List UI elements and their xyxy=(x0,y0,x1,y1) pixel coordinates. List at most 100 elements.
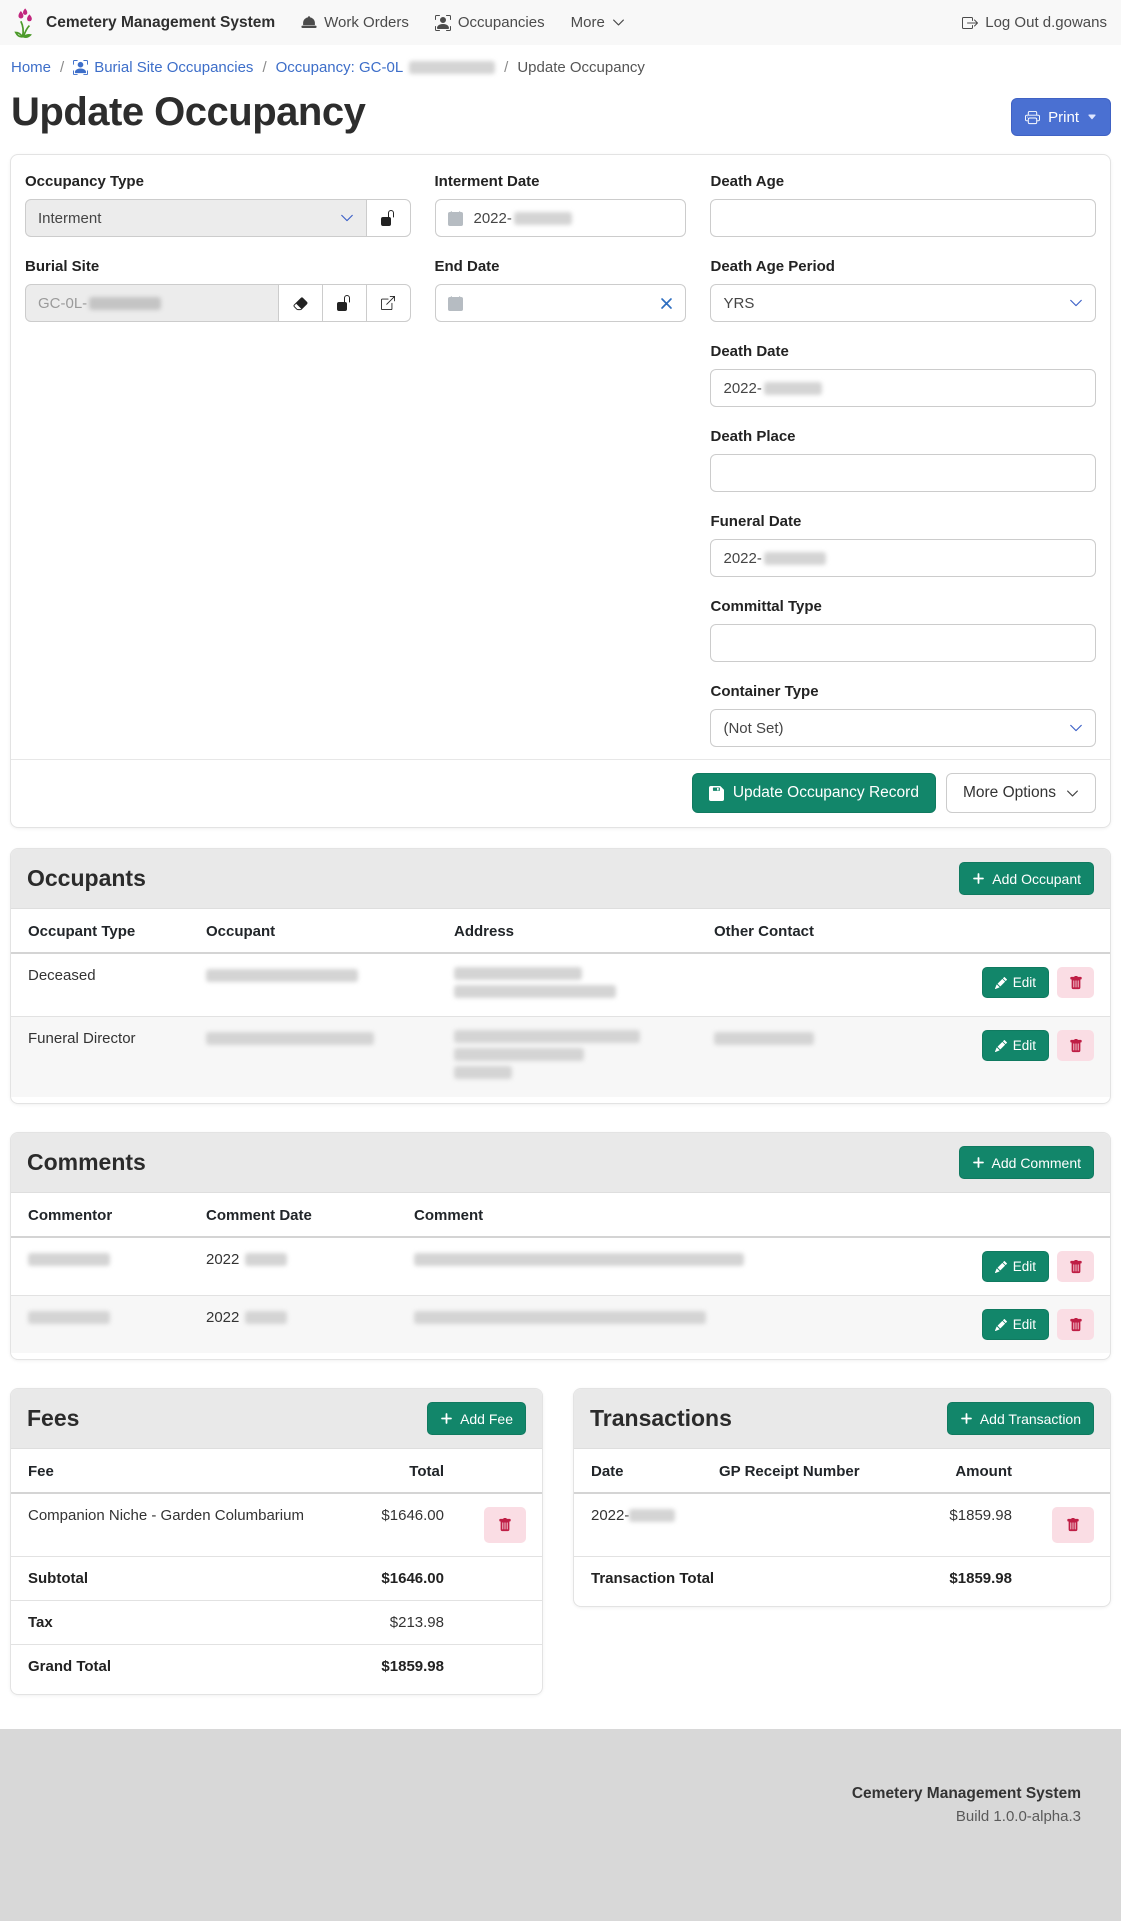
fees-table: Fee Total Companion Niche - Garden Colum… xyxy=(11,1449,542,1688)
end-date-input[interactable] xyxy=(435,284,687,322)
pencil-icon xyxy=(995,1040,1007,1052)
edit-comment-button[interactable]: Edit xyxy=(982,1309,1049,1340)
death-age-field: Death Age xyxy=(710,173,1096,237)
interment-date-input[interactable]: 2022- xyxy=(435,199,687,237)
chevron-down-icon xyxy=(1069,721,1083,735)
death-age-period-select[interactable]: YRS xyxy=(710,284,1096,322)
edit-comment-button[interactable]: Edit xyxy=(982,1251,1049,1282)
redacted-text xyxy=(409,61,495,74)
delete-comment-button[interactable] xyxy=(1057,1309,1094,1340)
nav-occupancies[interactable]: Occupancies xyxy=(435,14,545,31)
comment-date-cell: 2022 xyxy=(196,1237,404,1296)
address-cell xyxy=(444,953,704,1017)
burial-site-input: GC-0L- xyxy=(25,284,279,322)
footer-app-name: Cemetery Management System xyxy=(40,1785,1081,1803)
interment-date-field: Interment Date 2022- xyxy=(435,173,687,237)
funeral-date-label: Funeral Date xyxy=(710,513,1096,530)
delete-comment-button[interactable] xyxy=(1057,1251,1094,1282)
footer-build: Build 1.0.0-alpha.3 xyxy=(40,1808,1081,1825)
pencil-icon xyxy=(995,1261,1007,1273)
delete-transaction-button[interactable] xyxy=(1052,1507,1094,1543)
more-options-button[interactable]: More Options xyxy=(946,773,1096,813)
nav-work-orders[interactable]: Work Orders xyxy=(301,14,409,31)
subtotal-value: $1646.00 xyxy=(344,1557,454,1601)
unlock-icon xyxy=(380,210,396,226)
person-badge-icon xyxy=(73,60,88,75)
redacted-text xyxy=(454,1066,512,1079)
trash-icon xyxy=(1069,1318,1083,1332)
redacted-text xyxy=(454,1048,584,1061)
column-header: Commentor xyxy=(11,1193,196,1237)
redacted-text xyxy=(206,969,358,982)
clear-burial-site-button[interactable] xyxy=(278,284,323,322)
logout-link[interactable]: Log Out d.gowans xyxy=(962,14,1107,31)
breadcrumb-separator: / xyxy=(504,59,508,76)
nav-more[interactable]: More xyxy=(571,14,625,31)
edit-occupant-button[interactable]: Edit xyxy=(982,967,1049,998)
tax-label: Tax xyxy=(11,1601,344,1645)
edit-occupant-button[interactable]: Edit xyxy=(982,1030,1049,1061)
logout-icon xyxy=(962,15,978,31)
column-header: Address xyxy=(444,909,704,953)
lock-button[interactable] xyxy=(322,284,367,322)
pencil-icon xyxy=(995,977,1007,989)
plus-icon xyxy=(972,872,985,885)
redacted-text xyxy=(245,1311,287,1324)
breadcrumb-separator: / xyxy=(262,59,266,76)
occupancy-type-select[interactable]: Interment xyxy=(25,199,367,237)
container-type-select[interactable]: (Not Set) xyxy=(710,709,1096,747)
comment-date-cell: 2022 xyxy=(196,1296,404,1354)
funeral-date-input[interactable]: 2022- xyxy=(710,539,1096,577)
chevron-down-icon xyxy=(1066,787,1079,800)
end-date-field: End Date xyxy=(435,258,687,322)
redacted-text xyxy=(454,1030,640,1043)
redacted-text xyxy=(764,382,822,395)
update-occupancy-record-button[interactable]: Update Occupancy Record xyxy=(692,773,936,813)
committal-type-input[interactable] xyxy=(710,624,1096,662)
occupancy-type-label: Occupancy Type xyxy=(25,173,411,190)
fee-name-cell: Companion Niche - Garden Columbarium xyxy=(11,1493,344,1557)
committal-type-field: Committal Type xyxy=(710,598,1096,662)
caret-down-icon xyxy=(1087,112,1097,122)
calendar-icon xyxy=(448,211,463,226)
death-place-input[interactable] xyxy=(710,454,1096,492)
address-cell xyxy=(444,1017,704,1098)
commentor-cell xyxy=(11,1237,196,1296)
app-title: Cemetery Management System xyxy=(46,14,275,32)
fees-title: Fees xyxy=(27,1405,79,1432)
delete-occupant-button[interactable] xyxy=(1057,967,1094,998)
redacted-text xyxy=(28,1311,110,1324)
trash-icon xyxy=(1069,976,1083,990)
occupant-cell xyxy=(196,1017,444,1098)
nav-work-orders-label: Work Orders xyxy=(324,14,409,31)
delete-fee-button[interactable] xyxy=(484,1507,526,1543)
column-header: Total xyxy=(344,1449,454,1493)
plus-icon xyxy=(972,1156,985,1169)
occupant-type-cell: Deceased xyxy=(11,953,196,1017)
table-row: Funeral Director Edit xyxy=(11,1017,1110,1098)
death-age-input[interactable] xyxy=(710,199,1096,237)
grand-total-row: Grand Total $1859.98 xyxy=(11,1645,542,1689)
comment-cell xyxy=(404,1237,924,1296)
column-header: Occupant xyxy=(196,909,444,953)
breadcrumb-home[interactable]: Home xyxy=(11,59,51,76)
lock-button[interactable] xyxy=(366,199,411,237)
trash-icon xyxy=(1069,1260,1083,1274)
column-header: Comment xyxy=(404,1193,924,1237)
open-burial-site-button[interactable] xyxy=(366,284,411,322)
breadcrumb-current: Update Occupancy xyxy=(517,59,645,76)
add-transaction-button[interactable]: Add Transaction xyxy=(947,1402,1094,1435)
fee-total-cell: $1646.00 xyxy=(344,1493,454,1557)
add-comment-button[interactable]: Add Comment xyxy=(959,1146,1094,1179)
transaction-total-value: $1859.98 xyxy=(892,1557,1022,1601)
print-button[interactable]: Print xyxy=(1011,98,1111,136)
death-date-input[interactable]: 2022- xyxy=(710,369,1096,407)
add-fee-button[interactable]: Add Fee xyxy=(427,1402,526,1435)
transaction-date-cell: 2022- xyxy=(574,1493,709,1557)
delete-occupant-button[interactable] xyxy=(1057,1030,1094,1061)
breadcrumb-occupancy[interactable]: Occupancy: GC-0L xyxy=(276,59,496,76)
occupant-type-cell: Funeral Director xyxy=(11,1017,196,1098)
breadcrumb-burial-site-occupancies[interactable]: Burial Site Occupancies xyxy=(73,59,253,76)
add-occupant-button[interactable]: Add Occupant xyxy=(959,862,1094,895)
clear-date-icon[interactable] xyxy=(660,297,673,310)
